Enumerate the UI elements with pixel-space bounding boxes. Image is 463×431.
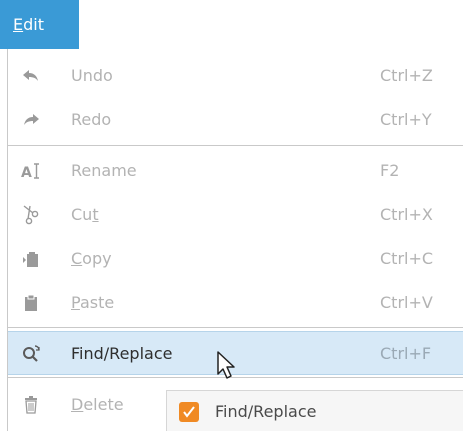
menu-item-copy[interactable]: Copy Ctrl+C bbox=[8, 237, 463, 281]
scissors-icon bbox=[20, 204, 42, 226]
menu-item-shortcut: Ctrl+Y bbox=[380, 110, 432, 129]
taskbar-find-replace-button[interactable]: Find/Replace bbox=[166, 390, 463, 431]
menu-item-label-part: Cu bbox=[71, 205, 93, 224]
menu-item-shortcut: Ctrl+F bbox=[380, 344, 432, 363]
mouse-pointer-icon bbox=[217, 351, 235, 379]
menu-item-label: Undo bbox=[71, 66, 113, 85]
menu-item-label-part: opy bbox=[82, 249, 112, 268]
menu-item-label: Paste bbox=[71, 281, 114, 325]
screen: Edit Undo Ctrl+Z Redo Ctrl+Y A Rename F2… bbox=[0, 0, 463, 431]
copy-icon bbox=[20, 248, 42, 270]
find-replace-icon bbox=[20, 343, 42, 365]
menu-item-mnemonic: P bbox=[71, 293, 80, 312]
menu-item-paste[interactable]: Paste Ctrl+V bbox=[8, 281, 463, 325]
menu-item-label: Find/Replace bbox=[71, 344, 173, 363]
taskbar-button-label: Find/Replace bbox=[215, 402, 317, 421]
menu-item-shortcut: Ctrl+X bbox=[380, 205, 433, 224]
menu-item-mnemonic: C bbox=[71, 249, 83, 268]
menu-item-cut[interactable]: Cut Ctrl+X bbox=[8, 193, 463, 237]
menu-item-label: Cut bbox=[71, 193, 99, 237]
menu-item-label-part: aste bbox=[79, 293, 115, 312]
menu-item-shortcut: F2 bbox=[380, 161, 400, 180]
menu-edit-label-rest: dit bbox=[23, 15, 44, 34]
menu-item-undo[interactable]: Undo Ctrl+Z bbox=[8, 54, 463, 98]
menu-item-label-part: elete bbox=[83, 395, 124, 414]
app-icon bbox=[179, 402, 199, 422]
trash-icon bbox=[20, 394, 42, 416]
rename-icon: A bbox=[20, 160, 42, 182]
redo-icon bbox=[20, 109, 42, 131]
menu-item-label: Copy bbox=[71, 237, 112, 281]
menu-edit[interactable]: Edit bbox=[0, 0, 79, 49]
paste-icon bbox=[20, 292, 42, 314]
menu-edit-mnemonic: E bbox=[13, 15, 24, 34]
menu-item-shortcut: Ctrl+C bbox=[380, 249, 434, 268]
menu-item-label: Delete bbox=[71, 383, 124, 427]
svg-text:A: A bbox=[21, 165, 32, 181]
menu-item-label: Redo bbox=[71, 110, 112, 129]
menu-item-label: Rename bbox=[71, 161, 137, 180]
menu-item-redo[interactable]: Redo Ctrl+Y bbox=[8, 98, 463, 142]
menu-item-shortcut: Ctrl+Z bbox=[380, 66, 433, 85]
menu-separator bbox=[8, 145, 463, 146]
menu-separator bbox=[8, 327, 463, 328]
menu-item-mnemonic: D bbox=[71, 395, 84, 414]
menu-item-mnemonic: t bbox=[92, 205, 99, 224]
menu-item-shortcut: Ctrl+V bbox=[380, 293, 433, 312]
undo-icon bbox=[20, 65, 42, 87]
menu-item-rename[interactable]: A Rename F2 bbox=[8, 149, 463, 193]
